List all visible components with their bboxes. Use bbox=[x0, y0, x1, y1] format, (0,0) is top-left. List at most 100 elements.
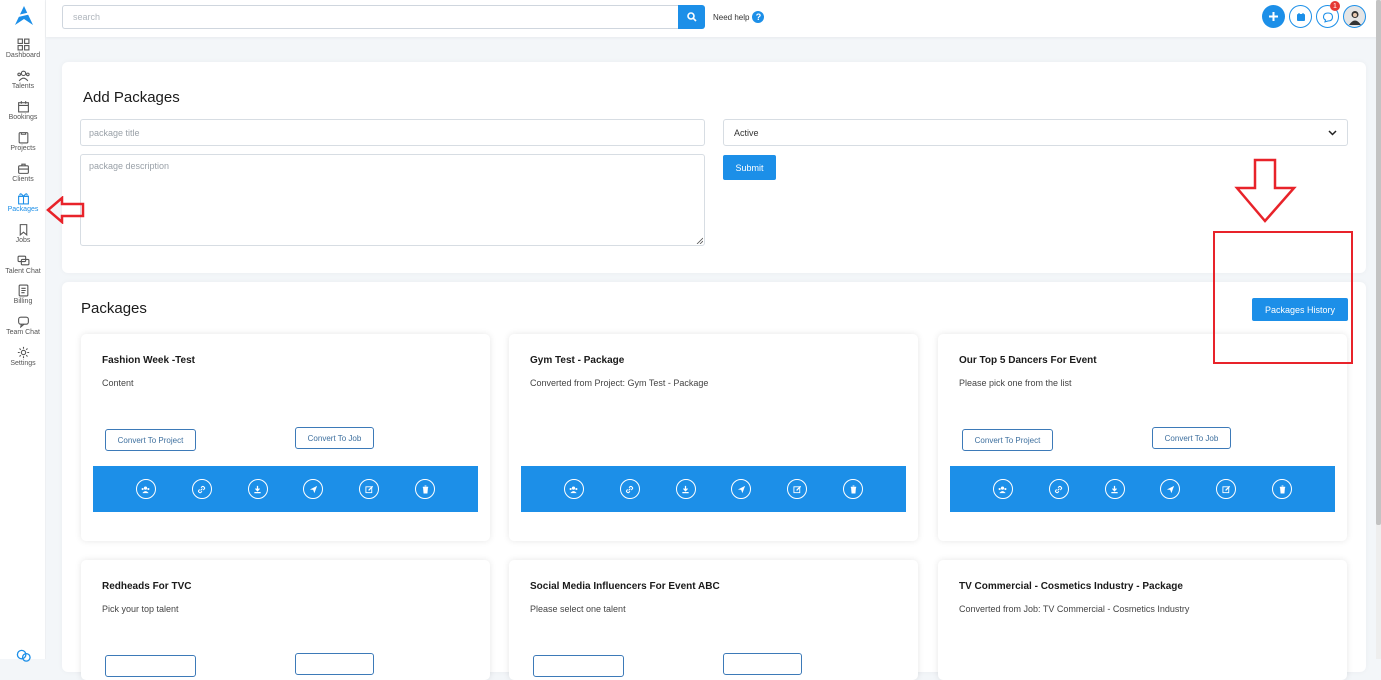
dashboard-icon bbox=[17, 38, 29, 51]
sidebar-item-label: Billing bbox=[13, 298, 33, 305]
package-description: Converted from Job: TV Commercial - Cosm… bbox=[959, 604, 1190, 614]
top-bar: Need help ? 1 bbox=[46, 0, 1381, 37]
link-action-button[interactable] bbox=[619, 479, 640, 499]
sidebar-item-bookings[interactable]: Bookings bbox=[0, 100, 46, 121]
package-description: Please select one talent bbox=[530, 604, 626, 614]
avatar-icon bbox=[1348, 10, 1361, 25]
page-scrollbar[interactable] bbox=[1376, 0, 1381, 659]
package-description-input[interactable] bbox=[80, 154, 705, 246]
package-actions-bar bbox=[521, 466, 906, 512]
download-icon bbox=[254, 485, 261, 493]
users-icon bbox=[16, 70, 30, 82]
packages-history-button[interactable]: Packages History bbox=[1252, 298, 1348, 321]
sidebar-item-label: Bookings bbox=[8, 114, 38, 121]
convert-to-project-button[interactable]: Convert To Project bbox=[105, 429, 196, 451]
link-icon bbox=[626, 485, 634, 493]
sidebar-item-label: Settings bbox=[10, 360, 36, 367]
search-input[interactable] bbox=[62, 5, 679, 29]
talents-action-button[interactable] bbox=[563, 479, 584, 499]
sidebar-item-label: Talents bbox=[11, 83, 35, 90]
package-tile: Redheads For TVC Pick your top talent bbox=[81, 560, 490, 680]
download-icon bbox=[1111, 485, 1118, 493]
package-title: Fashion Week -Test bbox=[102, 355, 195, 366]
download-action-button[interactable] bbox=[675, 479, 696, 499]
send-icon bbox=[737, 485, 745, 493]
calendar-button[interactable] bbox=[1289, 5, 1312, 28]
notification-badge: 1 bbox=[1330, 1, 1340, 11]
package-tile: Social Media Influencers For Event ABC P… bbox=[509, 560, 918, 680]
need-help-link[interactable]: Need help ? bbox=[713, 11, 765, 23]
plus-icon bbox=[1269, 12, 1278, 21]
sidebar-item-label: Packages bbox=[7, 206, 39, 213]
package-tile: Fashion Week -Test Content Convert To Pro… bbox=[81, 334, 490, 541]
chevron-down-icon bbox=[1328, 129, 1337, 136]
talents-action-button[interactable] bbox=[992, 479, 1013, 499]
link-icon bbox=[198, 485, 206, 493]
sidebar-item-talent-chat[interactable]: Talent Chat bbox=[0, 254, 46, 275]
sidebar: Dashboard Talents Bookings Projects Clie… bbox=[0, 0, 46, 662]
support-chat-icon[interactable] bbox=[16, 648, 31, 663]
package-tile: TV Commercial - Cosmetics Industry - Pac… bbox=[938, 560, 1347, 680]
sidebar-item-clients[interactable]: Clients bbox=[0, 162, 46, 183]
trash-icon bbox=[850, 484, 856, 494]
package-title: Redheads For TVC bbox=[102, 581, 192, 592]
package-title-input[interactable] bbox=[80, 119, 705, 146]
submit-button[interactable]: Submit bbox=[723, 155, 776, 180]
convert-to-job-button[interactable]: Convert To Job bbox=[295, 427, 374, 449]
status-select-value: Active bbox=[734, 127, 759, 138]
sidebar-item-dashboard[interactable]: Dashboard bbox=[0, 38, 46, 59]
messages-button[interactable]: 1 bbox=[1316, 1, 1340, 28]
link-action-button[interactable] bbox=[191, 479, 212, 499]
sidebar-item-team-chat[interactable]: Team Chat bbox=[0, 315, 46, 336]
convert-to-job-button[interactable] bbox=[295, 653, 374, 675]
edit-action-button[interactable] bbox=[359, 479, 380, 499]
top-icons: 1 bbox=[1262, 1, 1366, 28]
talents-action-button[interactable] bbox=[135, 479, 156, 499]
gear-icon bbox=[17, 346, 29, 359]
send-action-button[interactable] bbox=[303, 479, 324, 499]
convert-to-job-button[interactable]: Convert To Job bbox=[1152, 427, 1231, 449]
convert-to-job-button[interactable] bbox=[723, 653, 802, 675]
sidebar-item-talents[interactable]: Talents bbox=[0, 69, 46, 90]
resize-grip-icon[interactable] bbox=[695, 236, 703, 244]
package-actions-bar bbox=[950, 466, 1335, 512]
package-title: Gym Test - Package bbox=[530, 355, 625, 366]
scrollbar-thumb[interactable] bbox=[1376, 0, 1381, 525]
download-action-button[interactable] bbox=[247, 479, 268, 499]
add-button[interactable] bbox=[1262, 5, 1285, 28]
download-action-button[interactable] bbox=[1104, 479, 1125, 499]
trash-icon bbox=[1279, 484, 1285, 494]
convert-to-project-button[interactable]: Convert To Project bbox=[962, 429, 1053, 451]
user-avatar[interactable] bbox=[1343, 5, 1366, 28]
package-tile: Our Top 5 Dancers For Event Please pick … bbox=[938, 334, 1347, 541]
sidebar-item-settings[interactable]: Settings bbox=[0, 346, 46, 367]
package-title: Our Top 5 Dancers For Event bbox=[959, 355, 1097, 366]
status-select[interactable]: Active bbox=[723, 119, 1348, 146]
package-title: TV Commercial - Cosmetics Industry - Pac… bbox=[959, 581, 1183, 592]
trash-action-button[interactable] bbox=[1272, 479, 1293, 499]
download-icon bbox=[682, 485, 689, 493]
sidebar-item-projects[interactable]: Projects bbox=[0, 131, 46, 152]
sidebar-item-jobs[interactable]: Jobs bbox=[0, 223, 46, 244]
calendar-icon bbox=[1296, 12, 1305, 21]
logo-icon[interactable] bbox=[13, 5, 35, 27]
trash-action-button[interactable] bbox=[843, 479, 864, 499]
talents-icon bbox=[998, 486, 1007, 493]
convert-to-project-button[interactable] bbox=[105, 655, 196, 677]
sidebar-item-billing[interactable]: Billing bbox=[0, 284, 46, 305]
sidebar-item-label: Clients bbox=[12, 176, 34, 183]
send-action-button[interactable] bbox=[731, 479, 752, 499]
package-description: Converted from Project: Gym Test - Packa… bbox=[530, 378, 709, 388]
send-icon bbox=[309, 485, 317, 493]
sidebar-item-packages[interactable]: Packages bbox=[0, 192, 46, 213]
convert-to-project-button[interactable] bbox=[533, 655, 624, 677]
package-description: Content bbox=[102, 378, 134, 388]
edit-action-button[interactable] bbox=[1216, 479, 1237, 499]
edit-action-button[interactable] bbox=[787, 479, 808, 499]
package-description: Please pick one from the list bbox=[959, 378, 1072, 388]
search-button[interactable] bbox=[678, 5, 705, 29]
link-action-button[interactable] bbox=[1048, 479, 1069, 499]
send-action-button[interactable] bbox=[1160, 479, 1181, 499]
search-icon bbox=[686, 12, 697, 22]
trash-action-button[interactable] bbox=[415, 479, 436, 499]
